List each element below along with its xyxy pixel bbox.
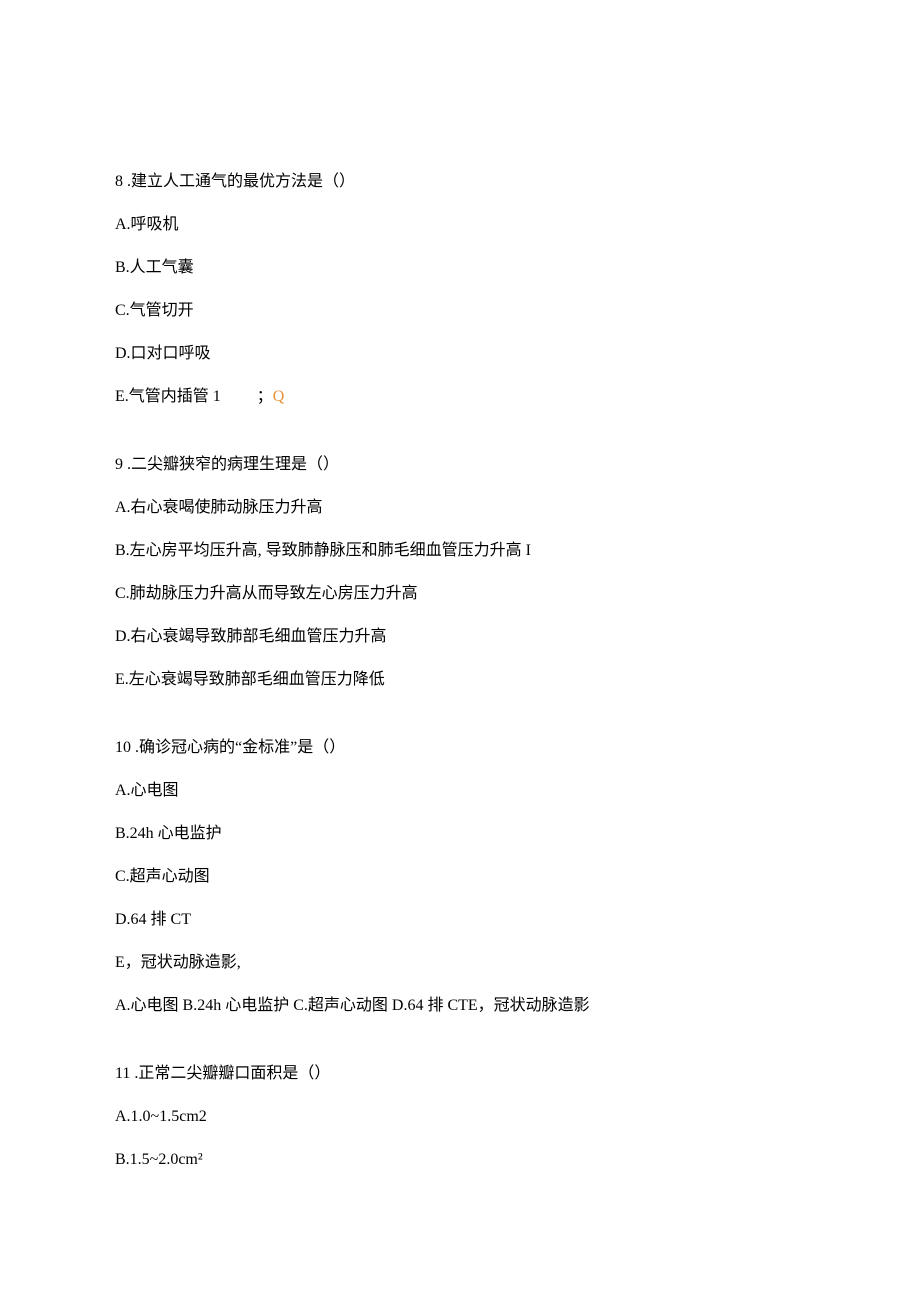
option-b: B.24h 心电监护 — [115, 822, 800, 846]
option-e-prefix: E.气管内插管 1 — [115, 385, 221, 409]
option-d: D.64 排 CT — [115, 908, 800, 932]
option-e: E.气管内插管 1 ； Q — [115, 385, 800, 409]
option-b: B.左心房平均压升高, 导致肺静脉压和肺毛细血管压力升高 I — [115, 539, 800, 563]
question-stem: 11 .正常二尖瓣瓣口面积是（） — [115, 1062, 800, 1086]
question-11: 11 .正常二尖瓣瓣口面积是（） A.1.0~1.5cm2 B.1.5~2.0c… — [115, 1062, 800, 1172]
option-d: D.右心衰竭导致肺部毛细血管压力升高 — [115, 625, 800, 649]
question-stem: 8 .建立人工通气的最优方法是（） — [115, 170, 800, 194]
document-page: 8 .建立人工通气的最优方法是（） A.呼吸机 B.人工气囊 C.气管切开 D.… — [0, 0, 920, 1316]
option-d: D.口对口呼吸 — [115, 342, 800, 366]
question-9: 9 .二尖瓣狭窄的病理生理是（） A.右心衰喝使肺动脉压力升高 B.左心房平均压… — [115, 453, 800, 692]
question-10: 10 .确诊冠心病的“金标准”是（） A.心电图 B.24h 心电监护 C.超声… — [115, 736, 800, 1018]
option-c: C.超声心动图 — [115, 865, 800, 889]
option-e: E.左心衰竭导致肺部毛细血管压力降低 — [115, 668, 800, 692]
option-a: A.心电图 — [115, 779, 800, 803]
question-stem: 10 .确诊冠心病的“金标准”是（） — [115, 736, 800, 760]
option-e-q: Q — [273, 385, 285, 409]
option-e: E，冠状动脉造影, — [115, 951, 800, 975]
option-b: B.人工气囊 — [115, 256, 800, 280]
option-a: A.1.0~1.5cm2 — [115, 1105, 800, 1129]
option-a: A.右心衰喝使肺动脉压力升高 — [115, 496, 800, 520]
option-c: C.气管切开 — [115, 299, 800, 323]
option-b: B.1.5~2.0cm² — [115, 1148, 800, 1172]
option-c: C.肺劫脉压力升高从而导致左心房压力升高 — [115, 582, 800, 606]
option-a: A.呼吸机 — [115, 213, 800, 237]
option-extra: A.心电图 B.24h 心电监护 C.超声心动图 D.64 排 CTE，冠状动脉… — [115, 994, 800, 1018]
option-e-semi: ； — [257, 385, 273, 409]
question-stem: 9 .二尖瓣狭窄的病理生理是（） — [115, 453, 800, 477]
question-8: 8 .建立人工通气的最优方法是（） A.呼吸机 B.人工气囊 C.气管切开 D.… — [115, 170, 800, 409]
